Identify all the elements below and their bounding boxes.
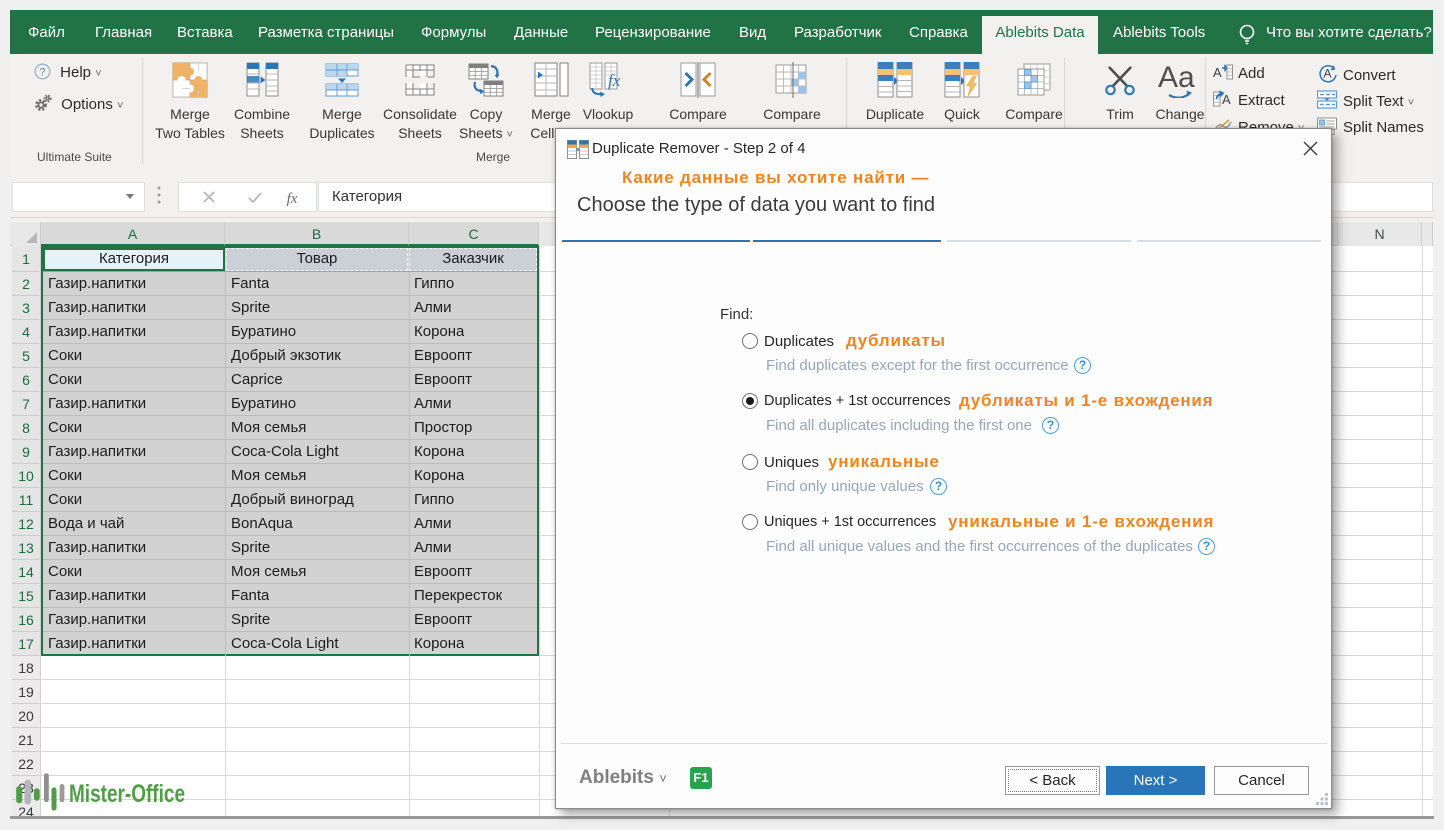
svg-text:Aa: Aa (1158, 62, 1195, 94)
svg-text:fx: fx (608, 71, 621, 90)
svg-text:?: ? (40, 66, 46, 78)
svg-text:A: A (1213, 65, 1222, 80)
svg-text:fx: fx (287, 191, 298, 207)
svg-text:A: A (1222, 92, 1231, 107)
svg-text:A: A (1323, 67, 1331, 81)
